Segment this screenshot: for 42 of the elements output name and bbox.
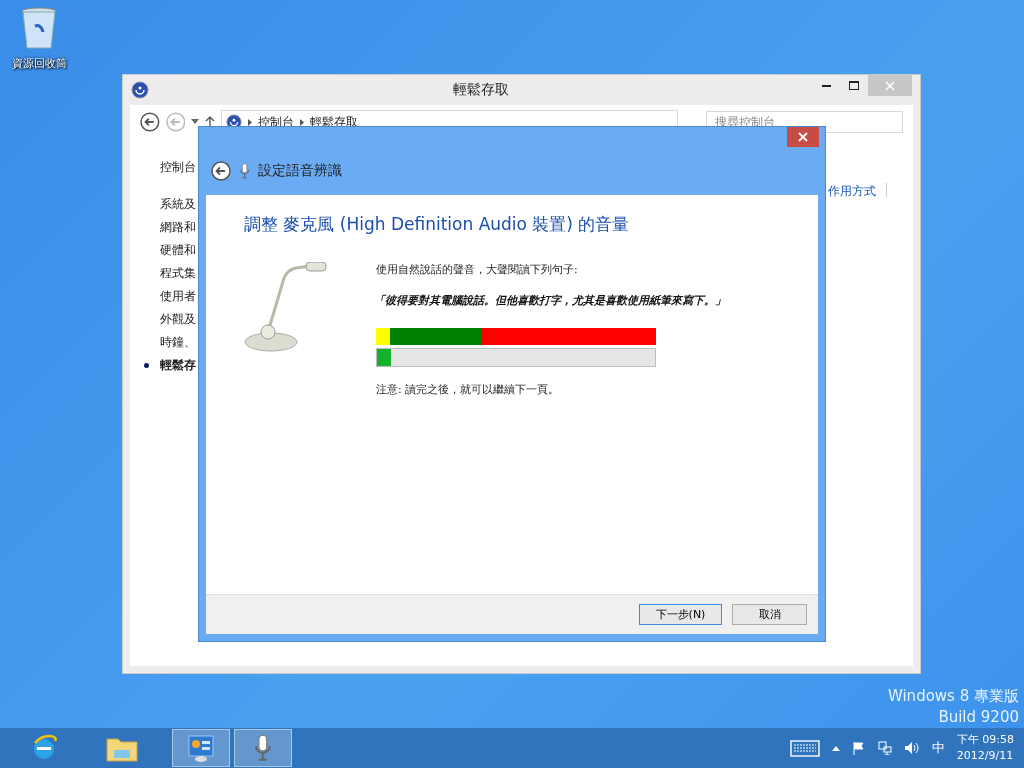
clock-date[interactable]: 2012/9/11 xyxy=(956,748,1014,764)
flag-icon[interactable] xyxy=(851,741,866,755)
recycle-bin-icon[interactable] xyxy=(19,6,59,52)
clock-time[interactable]: 下午 09:58 xyxy=(956,732,1014,748)
sidebar-item[interactable]: 程式集 xyxy=(160,265,196,282)
dialog-title: 設定語音辨識 xyxy=(258,162,343,180)
sidebar-item[interactable]: 時鐘、 xyxy=(160,334,196,351)
edition-watermark: Build 9200 xyxy=(938,708,1019,726)
sidebar-item[interactable]: 使用者 xyxy=(160,288,196,305)
taskbar-button[interactable] xyxy=(172,729,230,767)
back-icon[interactable] xyxy=(140,112,160,132)
back-icon[interactable] xyxy=(211,161,231,181)
sidebar-item[interactable]: 外觀及 xyxy=(160,311,196,328)
chevron-icon xyxy=(248,118,253,126)
caret-up-icon[interactable] xyxy=(831,745,840,751)
dialog-heading: 調整 麥克風 (High Definition Audio 裝置) 的音量 xyxy=(244,213,631,236)
sidebar-item[interactable]: 硬體和 xyxy=(160,242,196,259)
chevron-icon xyxy=(300,118,305,126)
maximize-icon xyxy=(849,81,859,90)
dialog-button[interactable]: 取消 xyxy=(732,604,807,625)
dialog-button[interactable]: 下一步(N) xyxy=(639,604,722,625)
close-icon xyxy=(798,132,808,142)
link-text[interactable]: 作用方式 xyxy=(828,183,876,200)
volume-icon[interactable] xyxy=(903,741,920,755)
close-icon xyxy=(885,80,895,91)
caret-icon[interactable] xyxy=(191,119,200,125)
edition-watermark: Windows 8 專業版 xyxy=(887,687,1019,706)
sidebar-item[interactable]: 系統及 xyxy=(160,196,196,213)
taskbar-button[interactable] xyxy=(234,729,292,767)
sidebar-item[interactable]: 網路和 xyxy=(160,219,196,236)
microphone-icon xyxy=(253,734,273,762)
sidebar-item[interactable]: 輕鬆存 xyxy=(160,357,196,374)
network-icon[interactable] xyxy=(877,741,892,755)
keyboard-icon[interactable] xyxy=(789,739,820,757)
window-title: 輕鬆存取 xyxy=(451,81,510,99)
minimize-icon xyxy=(821,84,831,87)
close-button[interactable] xyxy=(787,127,819,147)
microphone-icon xyxy=(239,163,251,179)
reading-sentence: 「彼得要對其電腦說話。但他喜歡打字，尤其是喜歡使用紙筆來寫下。」 xyxy=(373,293,727,309)
input-method-indicator[interactable]: 中 xyxy=(931,739,945,757)
instruction-text: 使用自然說話的聲音，大聲閱讀下列句子: xyxy=(376,262,579,277)
note-text: 注意: 讀完之後，就可以繼續下一頁。 xyxy=(376,382,561,397)
